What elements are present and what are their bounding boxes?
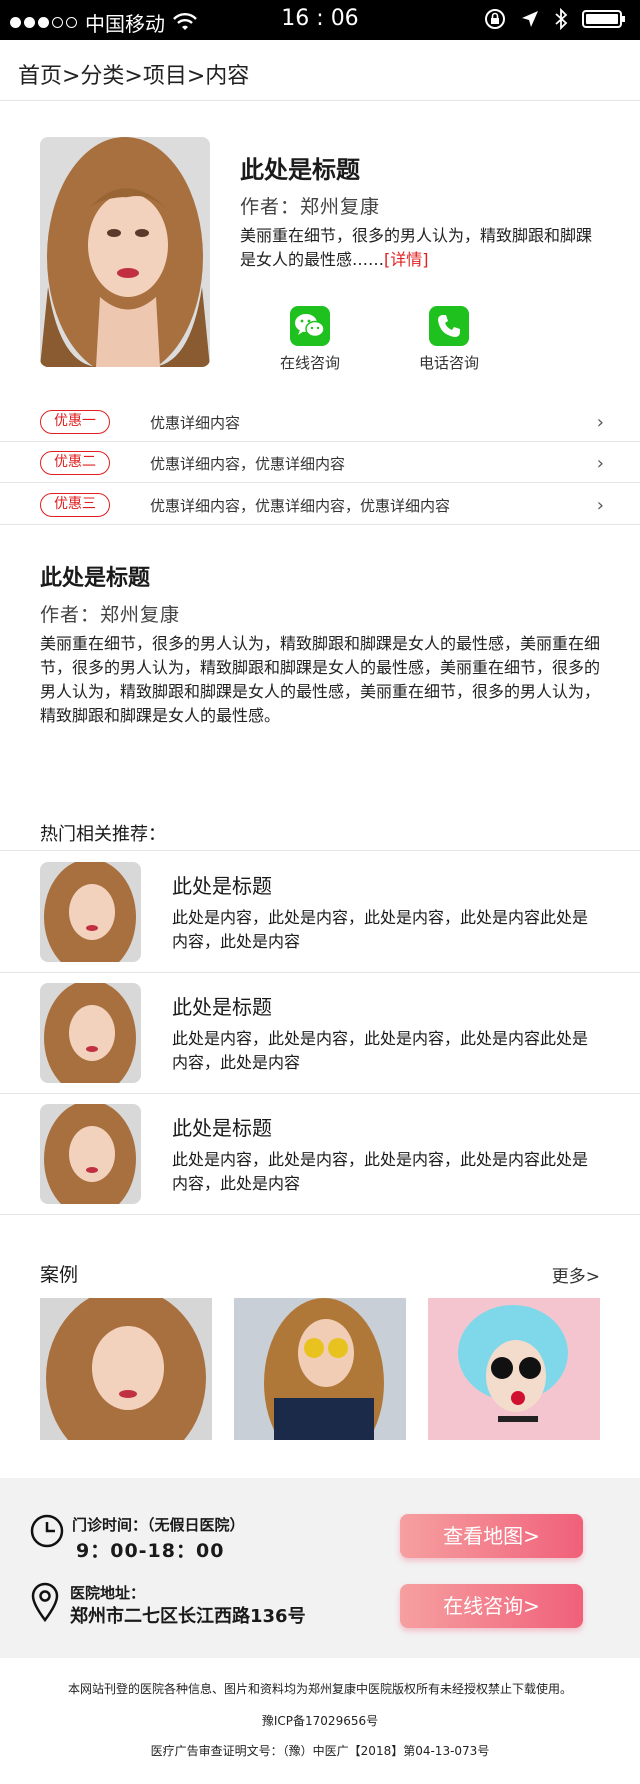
case-image[interactable] <box>428 1298 600 1440</box>
wechat-icon <box>290 306 330 346</box>
offer-text: 优惠详细内容，优惠详细内容，优惠详细内容 <box>150 496 451 515</box>
breadcrumb[interactable]: 首页>分类>项目>内容 <box>18 58 249 90</box>
online-consult-button[interactable]: 在线咨询 <box>250 306 370 373</box>
offer-tag: 优惠一 <box>40 410 110 434</box>
recommended-heading: 热门相关推荐： <box>40 824 166 845</box>
offer-tag: 优惠二 <box>40 451 110 475</box>
divider <box>0 441 640 442</box>
chevron-right-icon: › <box>596 495 604 516</box>
offer-text: 优惠详细内容 <box>150 413 241 432</box>
article-title: 此处是标题 <box>40 566 151 591</box>
offer-row-1[interactable]: 优惠一 优惠详细内容 › <box>0 402 640 442</box>
divider <box>0 850 640 851</box>
hours-value: 9：00-18：00 <box>76 1540 225 1562</box>
footer-ad-cert: 医疗广告审查证明文号：（豫）中医广【2018】第04-13-073号 <box>150 1744 490 1758</box>
online-consult-bottom-button[interactable]: 在线咨询> <box>400 1584 583 1628</box>
recommended-thumbnail <box>40 983 141 1083</box>
location-pin-icon <box>31 1582 59 1622</box>
recommended-item[interactable]: 此处是标题 此处是内容，此处是内容，此处是内容，此处是内容此处是内容，此处是内容 <box>0 973 640 1093</box>
recommended-title: 此处是标题 <box>172 1116 272 1140</box>
hero-description: 美丽重在细节，很多的男人认为，精致脚跟和脚踝是女人的最性感……[详情] <box>240 224 600 272</box>
recommended-item[interactable]: 此处是标题 此处是内容，此处是内容，此处是内容，此处是内容此处是内容，此处是内容 <box>0 852 640 972</box>
online-consult-label: 在线咨询 <box>279 354 340 372</box>
recommended-item[interactable]: 此处是标题 此处是内容，此处是内容，此处是内容，此处是内容此处是内容，此处是内容 <box>0 1094 640 1214</box>
offer-row-2[interactable]: 优惠二 优惠详细内容，优惠详细内容 › <box>0 443 640 483</box>
view-map-button[interactable]: 查看地图> <box>400 1514 583 1558</box>
hero-portrait-image <box>40 137 210 367</box>
article-author: 作者：郑州复康 <box>40 604 181 626</box>
location-icon <box>522 11 538 27</box>
offer-tag: 优惠三 <box>40 493 110 517</box>
phone-icon <box>429 306 469 346</box>
footer-icp: 豫ICP备17029656号 <box>261 1714 379 1728</box>
recommended-title: 此处是标题 <box>172 995 272 1019</box>
chevron-right-icon: › <box>596 412 604 433</box>
recommended-thumbnail <box>40 1104 141 1204</box>
recommended-content: 此处是内容，此处是内容，此处是内容，此处是内容此处是内容，此处是内容 <box>172 1029 589 1072</box>
offer-text: 优惠详细内容，优惠详细内容 <box>150 454 346 473</box>
detail-link[interactable]: [详情] <box>384 250 429 269</box>
hours-label: 门诊时间：（无假日医院） <box>72 1516 245 1534</box>
phone-consult-label: 电话咨询 <box>418 354 479 372</box>
case-image[interactable] <box>40 1298 212 1440</box>
recommended-content: 此处是内容，此处是内容，此处是内容，此处是内容此处是内容，此处是内容 <box>172 1150 589 1193</box>
battery-icon <box>582 10 625 28</box>
divider <box>0 1214 640 1215</box>
divider <box>0 482 640 483</box>
hero-title: 此处是标题 <box>240 156 360 184</box>
address-label: 医院地址： <box>70 1584 146 1602</box>
cases-heading: 案例 <box>40 1264 79 1286</box>
address-value: 郑州市二七区长江西路136号 <box>70 1606 306 1627</box>
footer-copyright: 本网站刊登的医院各种信息、图片和资料均为郑州复康中医院版权所有未经授权禁止下载使… <box>67 1682 572 1696</box>
divider <box>0 524 640 525</box>
chevron-right-icon: › <box>596 453 604 474</box>
offer-row-3[interactable]: 优惠三 优惠详细内容，优惠详细内容，优惠详细内容 › <box>0 485 640 525</box>
case-image[interactable] <box>234 1298 406 1440</box>
hospital-info-panel: 门诊时间：（无假日医院） 9：00-18：00 医院地址： 郑州市二七区长江西路… <box>0 1478 640 1658</box>
rotation-lock-icon <box>485 9 505 29</box>
phone-consult-button[interactable]: 电话咨询 <box>389 306 509 373</box>
recommended-thumbnail <box>40 862 141 962</box>
article-body: 美丽重在细节，很多的男人认为，精致脚跟和脚踝是女人的最性感，美丽重在细节，很多的… <box>40 634 601 725</box>
recommended-title: 此处是标题 <box>172 874 272 898</box>
clock-icon <box>30 1514 64 1548</box>
hero-author: 作者：郑州复康 <box>240 196 381 218</box>
status-bar: 中国移动 16 : 06 <box>0 0 640 40</box>
bluetooth-icon <box>555 8 568 30</box>
divider <box>0 100 640 101</box>
recommended-content: 此处是内容，此处是内容，此处是内容，此处是内容此处是内容，此处是内容 <box>172 908 589 951</box>
cases-more-link[interactable]: 更多> <box>552 1262 600 1287</box>
